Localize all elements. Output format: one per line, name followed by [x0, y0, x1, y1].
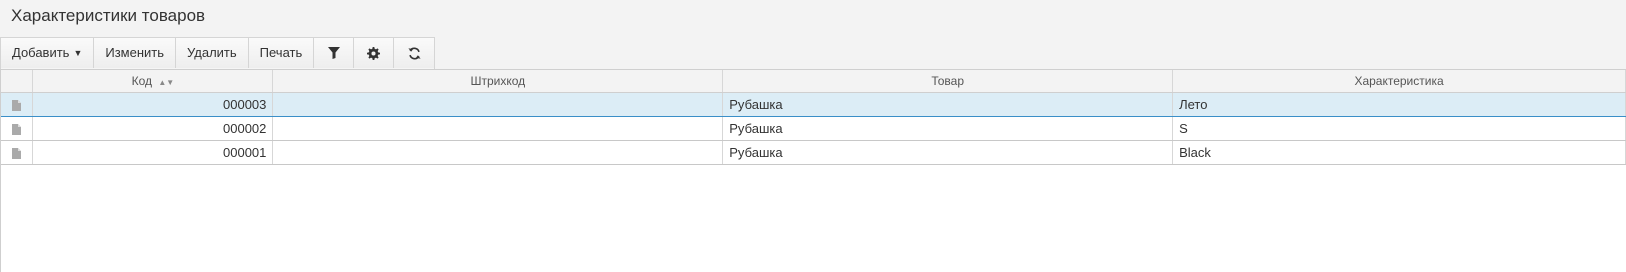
cell-barcode[interactable] — [272, 116, 724, 141]
column-header-product[interactable]: Товар — [722, 70, 1174, 93]
table-row[interactable]: 000002 Рубашка S — [1, 116, 1626, 141]
document-icon — [12, 148, 22, 160]
caret-down-icon: ▼ — [73, 48, 83, 58]
add-button-label: Добавить — [12, 45, 70, 60]
settings-button[interactable] — [354, 38, 395, 68]
column-header-characteristic[interactable]: Характеристика — [1172, 70, 1626, 93]
refresh-icon — [408, 47, 421, 59]
cell-barcode[interactable] — [272, 140, 724, 165]
delete-button[interactable]: Удалить — [176, 38, 249, 68]
toolbar: Добавить ▼ Изменить Удалить Печать — [0, 37, 436, 71]
page-title: Характеристики товаров — [11, 6, 206, 25]
print-button[interactable]: Печать — [248, 38, 315, 68]
product-characteristics-table: Код ▲▼ Штрихкод Товар Характеристика 000… — [1, 70, 1626, 165]
document-icon — [12, 124, 22, 136]
cell-product[interactable]: Рубашка — [722, 92, 1174, 117]
gear-icon — [367, 46, 381, 60]
refresh-button[interactable] — [394, 38, 435, 68]
cell-characteristic[interactable]: Black — [1172, 140, 1626, 165]
sort-icon: ▲▼ — [158, 78, 175, 87]
edit-button[interactable]: Изменить — [94, 38, 177, 68]
row-icon-cell — [1, 140, 34, 165]
cell-characteristic[interactable]: S — [1172, 116, 1626, 141]
cell-code[interactable]: 000002 — [32, 116, 274, 141]
column-header-icon — [1, 70, 34, 93]
table-header-row: Код ▲▼ Штрихкод Товар Характеристика — [1, 70, 1626, 93]
data-grid: Код ▲▼ Штрихкод Товар Характеристика 000… — [0, 69, 1626, 272]
column-header-code[interactable]: Код ▲▼ — [32, 70, 274, 93]
row-icon-cell — [1, 116, 34, 141]
column-header-barcode[interactable]: Штрихкод — [272, 70, 724, 93]
table-row[interactable]: 000001 Рубашка Black — [1, 140, 1626, 165]
cell-code[interactable]: 000001 — [32, 140, 274, 165]
document-icon — [12, 100, 22, 112]
cell-product[interactable]: Рубашка — [722, 116, 1174, 141]
add-button[interactable]: Добавить ▼ — [1, 38, 95, 68]
cell-characteristic[interactable]: Лето — [1172, 92, 1626, 117]
column-header-code-label: Код — [131, 74, 153, 88]
cell-barcode[interactable] — [272, 92, 724, 117]
table-row[interactable]: 000003 Рубашка Лето — [1, 92, 1626, 117]
filter-icon — [327, 47, 340, 59]
cell-product[interactable]: Рубашка — [722, 140, 1174, 165]
row-icon-cell — [1, 92, 34, 117]
filter-button[interactable] — [314, 38, 355, 68]
cell-code[interactable]: 000003 — [32, 92, 274, 117]
